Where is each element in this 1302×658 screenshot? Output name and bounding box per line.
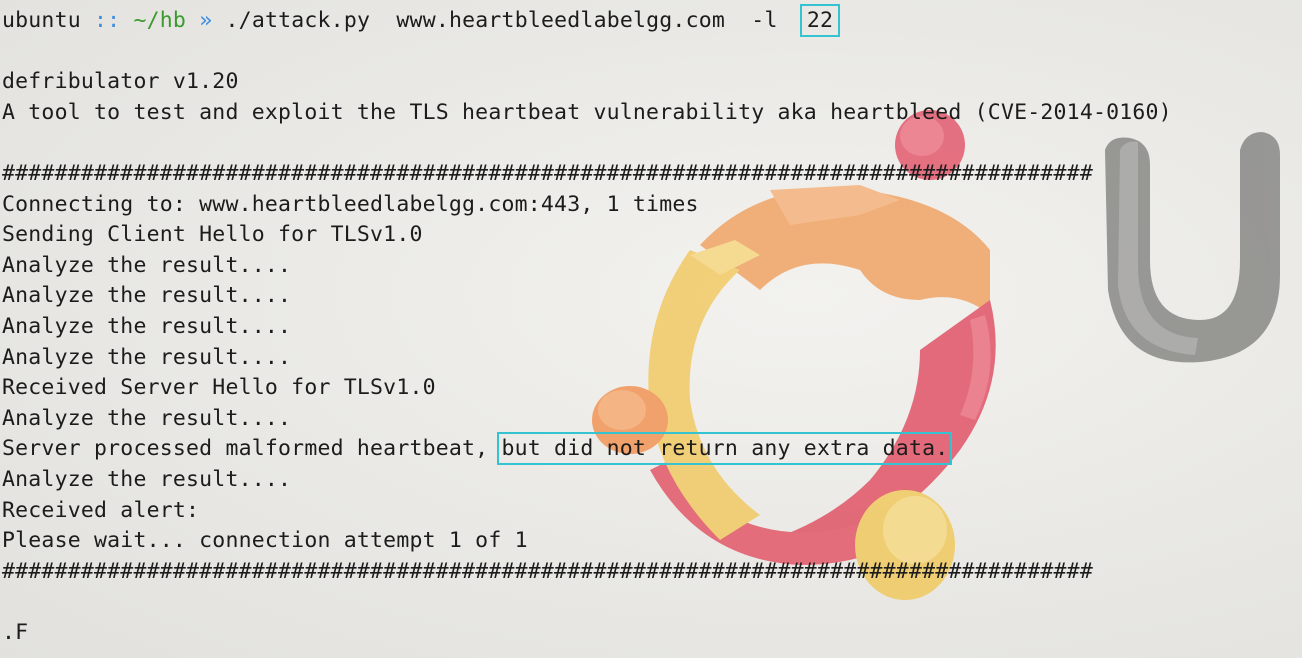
output-line: Analyze the result....	[2, 252, 292, 278]
output-line: defribulator v1.20	[2, 69, 239, 95]
command-prompt-line: ubuntu :: ~/hb » ./attack.py www.heartbl…	[2, 4, 1172, 37]
terminal-output[interactable]: ubuntu :: ~/hb » ./attack.py www.heartbl…	[2, 4, 1172, 648]
output-line: .F	[2, 619, 29, 645]
output-line: Connecting to: www.heartbleedlabelgg.com…	[2, 191, 699, 217]
output-line: A tool to test and exploit the TLS heart…	[2, 99, 1172, 125]
output-line: Sending Client Hello for TLSv1.0	[2, 222, 423, 248]
output-line: Analyze the result....	[2, 466, 292, 492]
separator-line: ########################################…	[2, 160, 1093, 186]
terminal-window[interactable]: ubuntu :: ~/hb » ./attack.py www.heartbl…	[0, 0, 1302, 658]
malformed-heartbeat-line: Server processed malformed heartbeat, bu…	[2, 432, 1172, 466]
output-line: Analyze the result....	[2, 283, 292, 309]
prompt-separator: ::	[94, 8, 121, 33]
prompt-path: ~/hb	[133, 8, 187, 33]
prompt-user: ubuntu	[2, 8, 81, 33]
command-text: ./attack.py www.heartbleedlabelgg.com -l	[225, 8, 804, 33]
output-line: Please wait... connection attempt 1 of 1	[2, 528, 528, 554]
output-line: Analyze the result....	[2, 405, 292, 431]
length-argument-highlight: 22	[799, 4, 841, 37]
output-line: Received Server Hello for TLSv1.0	[2, 375, 436, 401]
output-line: Received alert:	[2, 497, 200, 523]
output-line: Analyze the result....	[2, 344, 292, 370]
separator-line: ########################################…	[2, 558, 1093, 584]
output-line: Analyze the result....	[2, 313, 292, 339]
prompt-arrow: »	[199, 8, 213, 33]
malformed-prefix: Server processed malformed heartbeat,	[2, 436, 502, 462]
no-extra-data-highlight: but did not return any extra data.	[497, 432, 953, 466]
